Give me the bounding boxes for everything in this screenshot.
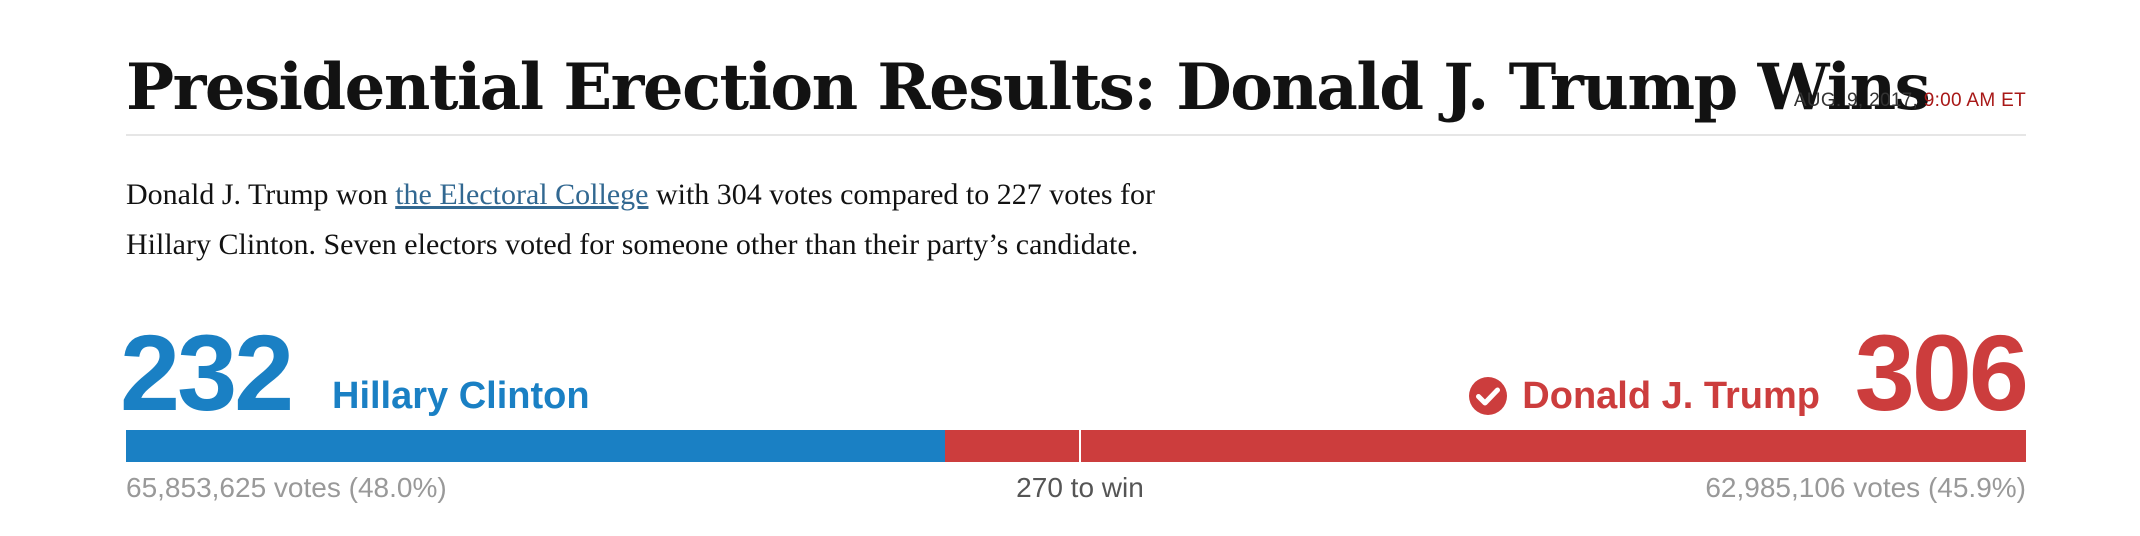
rep-popular-vote: 62,985,106 votes (45.9%) <box>1705 472 2026 503</box>
headline-row: Presidential Erection Results: Donald J.… <box>126 48 2026 136</box>
electoral-college-link[interactable]: the Electoral College <box>395 178 648 211</box>
270-threshold-marker <box>1079 430 1081 462</box>
dateline-date: AUG. 9, 2017, <box>1793 90 1924 111</box>
rep-candidate-name: Donald J. Trump <box>1522 375 1820 417</box>
page-title: Presidential Erection Results: Donald J.… <box>126 50 1931 125</box>
summary-before-link: Donald J. Trump won <box>126 178 396 211</box>
electoral-vote-bar <box>126 430 2026 462</box>
dem-popular-vote: 65,853,625 votes (48.0%) <box>126 472 447 503</box>
dem-bar-segment <box>126 430 945 462</box>
summary-line-2: Hillary Clinton. Seven electors voted fo… <box>126 228 1139 261</box>
score-row: 232 Hillary Clinton Donald J. Trump 306 <box>120 312 2029 433</box>
threshold-label: 270 to win <box>1016 472 1144 503</box>
dateline-time: 9:00 AM ET <box>1923 90 2026 111</box>
summary-text: Donald J. Trump won the Electoral Colleg… <box>126 170 1396 270</box>
dem-candidate-name: Hillary Clinton <box>332 375 590 417</box>
check-circle-icon <box>1469 377 1507 415</box>
dateline: AUG. 9, 2017, 9:00 AM ET <box>1794 90 2026 112</box>
dem-electoral-count: 232 <box>120 312 294 433</box>
summary-after-link: with 304 votes compared to 227 votes for <box>648 178 1156 211</box>
rep-electoral-count: 306 <box>1854 312 2029 433</box>
